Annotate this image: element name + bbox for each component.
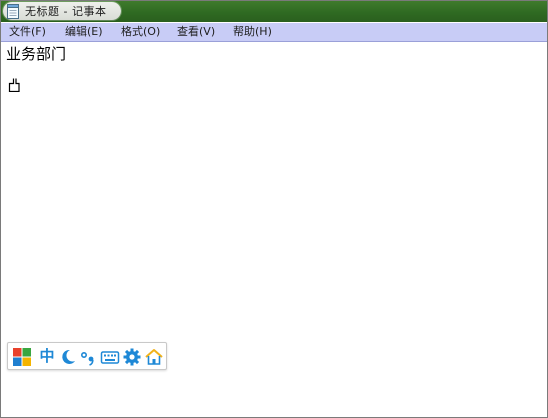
soft-keyboard-icon[interactable] (100, 347, 120, 367)
settings-gear-icon[interactable] (122, 347, 142, 367)
title-bar[interactable]: 无标题 - 记事本 (1, 1, 547, 22)
menu-edit[interactable]: 编辑(E) (65, 23, 103, 41)
windows-logo-icon[interactable] (12, 347, 32, 367)
notepad-app-icon[interactable] (7, 4, 19, 19)
half-width-moon-icon[interactable] (58, 347, 78, 367)
window-title: 无标题 - 记事本 (25, 5, 107, 18)
title-pill: 无标题 - 记事本 (3, 2, 121, 20)
home-icon[interactable] (144, 347, 164, 367)
menu-help[interactable]: 帮助(H) (233, 23, 272, 41)
menu-file[interactable]: 文件(F) (9, 23, 46, 41)
text-cursor-icon (8, 78, 20, 92)
chinese-mode-icon[interactable]: 中 (38, 346, 56, 366)
punctuation-icon[interactable] (78, 347, 98, 367)
menu-format[interactable]: 格式(O) (121, 23, 160, 41)
notepad-window: 无标题 - 记事本 文件(F) 编辑(E) 格式(O) 查看(V) 帮助(H) … (0, 0, 548, 418)
menu-view[interactable]: 查看(V) (177, 23, 215, 41)
menu-bar: 文件(F) 编辑(E) 格式(O) 查看(V) 帮助(H) (1, 23, 547, 42)
ime-toolbar: 中 (7, 342, 167, 370)
document-line-1: 业务部门 (6, 45, 67, 63)
